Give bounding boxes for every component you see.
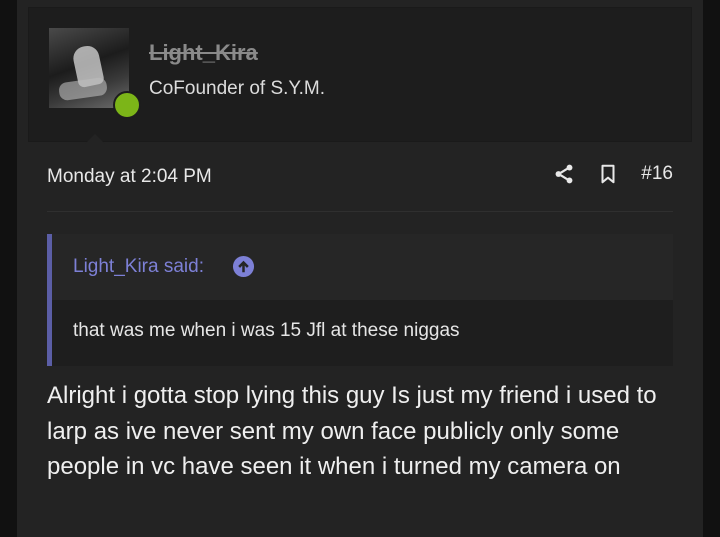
post-actions: #16 [553, 163, 673, 185]
quote-header: Light_Kira said: [52, 234, 673, 300]
arrow-up-circle-icon[interactable] [232, 255, 255, 278]
username-link[interactable]: Light_Kira [149, 40, 258, 66]
post-message: Alright i gotta stop lying this guy Is j… [47, 382, 657, 480]
forum-post: Light_Kira CoFounder of S.Y.M. Monday at… [17, 0, 703, 537]
quote-author-link[interactable]: Light_Kira said: [73, 256, 204, 278]
quote-block: Light_Kira said: that was me when i was … [47, 234, 673, 366]
online-status-indicator [113, 91, 141, 119]
post-number-link[interactable]: #16 [641, 163, 673, 185]
share-icon[interactable] [553, 163, 575, 185]
user-block-pointer [85, 134, 105, 144]
avatar-figure-base [57, 76, 109, 102]
quote-text: that was me when i was 15 Jfl at these n… [73, 320, 460, 341]
divider [47, 211, 673, 212]
user-info-block: Light_Kira CoFounder of S.Y.M. [28, 7, 692, 142]
post-timestamp[interactable]: Monday at 2:04 PM [47, 166, 212, 188]
user-title: CoFounder of S.Y.M. [149, 78, 326, 99]
bookmark-icon[interactable] [597, 163, 619, 185]
